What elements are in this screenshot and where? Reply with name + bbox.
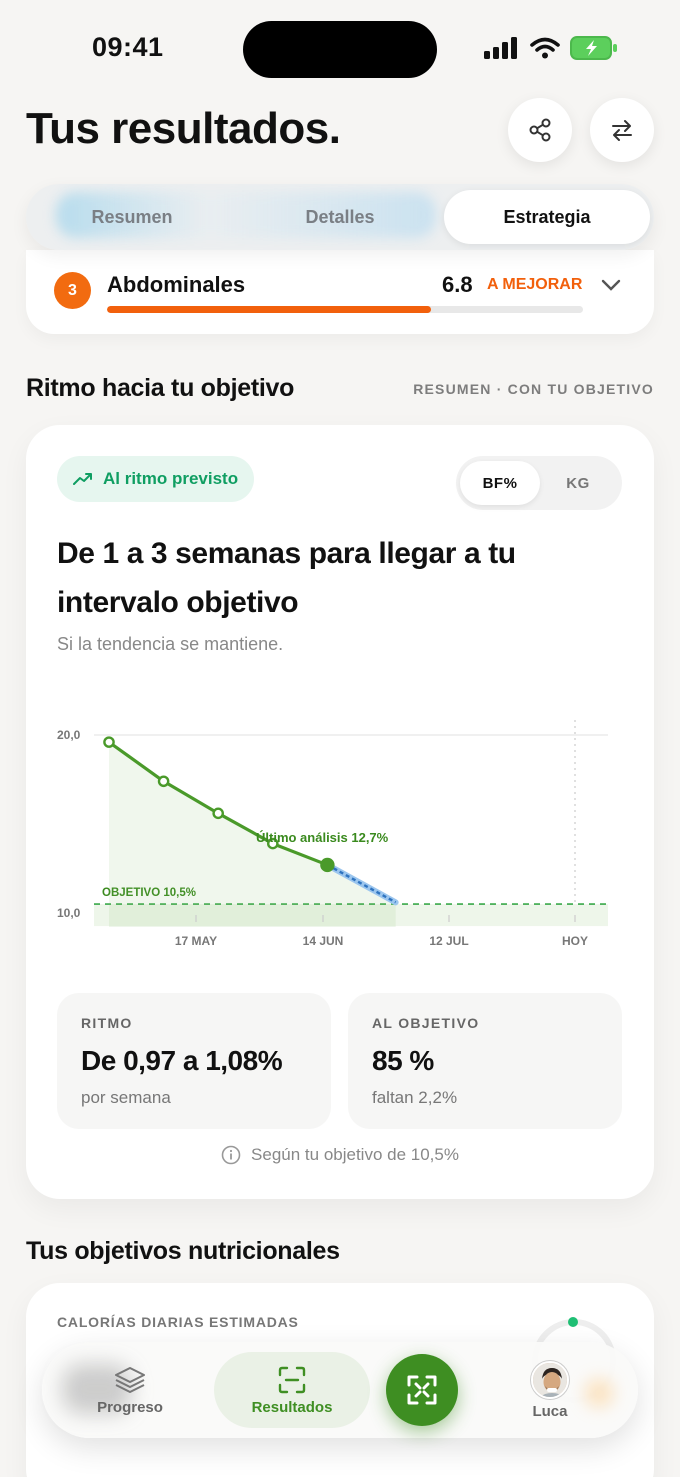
tab-progreso[interactable]: Progreso [72,1352,188,1428]
bottom-tab-bar: Progreso Resultados Luca [42,1342,638,1438]
info-icon[interactable] [221,1145,241,1165]
dynamic-island [243,21,437,78]
tab-resumen[interactable]: Resumen [32,190,232,244]
avatar [531,1360,569,1399]
y-tick-label: 20,0 [57,728,81,742]
status-time: 09:41 [92,32,164,62]
status-pill-label: Al ritmo previsto [103,469,239,488]
stat-ritmo: RITMO De 0,97 a 1,08% por semana [57,993,331,1129]
x-tick-label: 12 JUL [429,934,468,948]
pace-chart: 20,010,0OBJETIVO 10,5%Último análisis 12… [57,720,608,948]
x-tick-label: 14 JUN [303,934,344,948]
x-tick-label: HOY [562,934,588,948]
tab-resultados[interactable]: Resultados [214,1352,370,1428]
section-subtitle-pace[interactable]: RESUMEN · CON TU OBJETIVO [413,381,654,397]
avatar-portrait-icon [533,1362,567,1397]
abdominales-row[interactable]: 3 Abdominales 6.8 A MEJORAR [26,250,654,334]
abdominales-label: Abdominales [107,272,246,297]
section-title-nutrition: Tus objetivos nutricionales [26,1237,340,1265]
tab-estrategia[interactable]: Estrategia [444,190,650,244]
stat-objetivo-sub: faltan 2,2% [372,1088,458,1107]
unit-toggle: BF% KG [456,456,622,510]
unit-option-bf[interactable]: BF% [460,461,540,505]
abdominales-progress-fill [107,306,431,313]
expand-scan-icon [407,1375,437,1405]
tab-detalles[interactable]: Detalles [238,190,442,244]
section-title-pace: Ritmo hacia tu objetivo [26,374,295,402]
rank-badge: 3 [54,272,91,309]
battery-icon [570,36,617,60]
pace-card: Al ritmo previsto BF% KG De 1 a 3 semana… [26,425,654,1199]
calories-label: CALORÍAS DIARIAS ESTIMADAS [57,1314,299,1330]
tab-profile[interactable]: Luca [496,1352,604,1428]
tab-profile-label: Luca [532,1402,568,1420]
page-title: Tus resultados. [26,104,341,153]
layers-icon [115,1366,145,1393]
stat-ritmo-label: RITMO [81,1015,133,1031]
stat-objetivo-value: 85 % [372,1045,434,1076]
signal-icon [484,37,517,59]
calories-ring-indicator [568,1317,578,1327]
unit-option-kg[interactable]: KG [538,461,618,505]
compare-button[interactable] [590,98,654,162]
tab-resultados-label: Resultados [251,1398,333,1416]
x-tick-label: 17 MAY [175,934,217,948]
status-icons [484,36,618,60]
scan-button[interactable] [386,1354,458,1426]
share-icon [529,118,551,142]
stat-objetivo-label: AL OBJETIVO [372,1015,480,1031]
last-analysis-label: Último análisis 12,7% [256,830,389,845]
tab-progreso-label: Progreso [97,1398,163,1416]
share-button[interactable] [508,98,572,162]
wifi-icon [530,37,560,59]
scan-frame-icon [278,1366,306,1393]
pace-headline: De 1 a 3 semanas para llegar a tu interv… [57,537,516,619]
goal-note: Según tu objetivo de 10,5% [26,1145,654,1165]
data-point [212,807,224,820]
stat-objetivo: AL OBJETIVO 85 % faltan 2,2% [348,993,622,1129]
stat-ritmo-sub: por semana [81,1088,171,1107]
stat-ritmo-value: De 0,97 a 1,08% [81,1045,283,1076]
abdominales-progress-bar [107,306,583,313]
data-point [320,857,335,873]
data-point [157,775,170,788]
abdominales-score: 6.8 [442,272,473,297]
swap-arrows-icon [612,120,632,141]
y-tick-label: 10,0 [57,906,81,920]
pace-subline: Si la tendencia se mantiene. [57,634,284,654]
status-pill: Al ritmo previsto [57,456,255,502]
data-point [103,736,115,748]
goal-note-text: Según tu objetivo de 10,5% [251,1145,459,1164]
chevron-down-icon[interactable] [600,278,622,292]
trending-up-icon [73,473,92,485]
abdominales-status: A MEJORAR [487,276,583,293]
segmented-control: Resumen Detalles Estrategia [26,184,654,250]
status-bar: 09:41 [0,0,680,90]
